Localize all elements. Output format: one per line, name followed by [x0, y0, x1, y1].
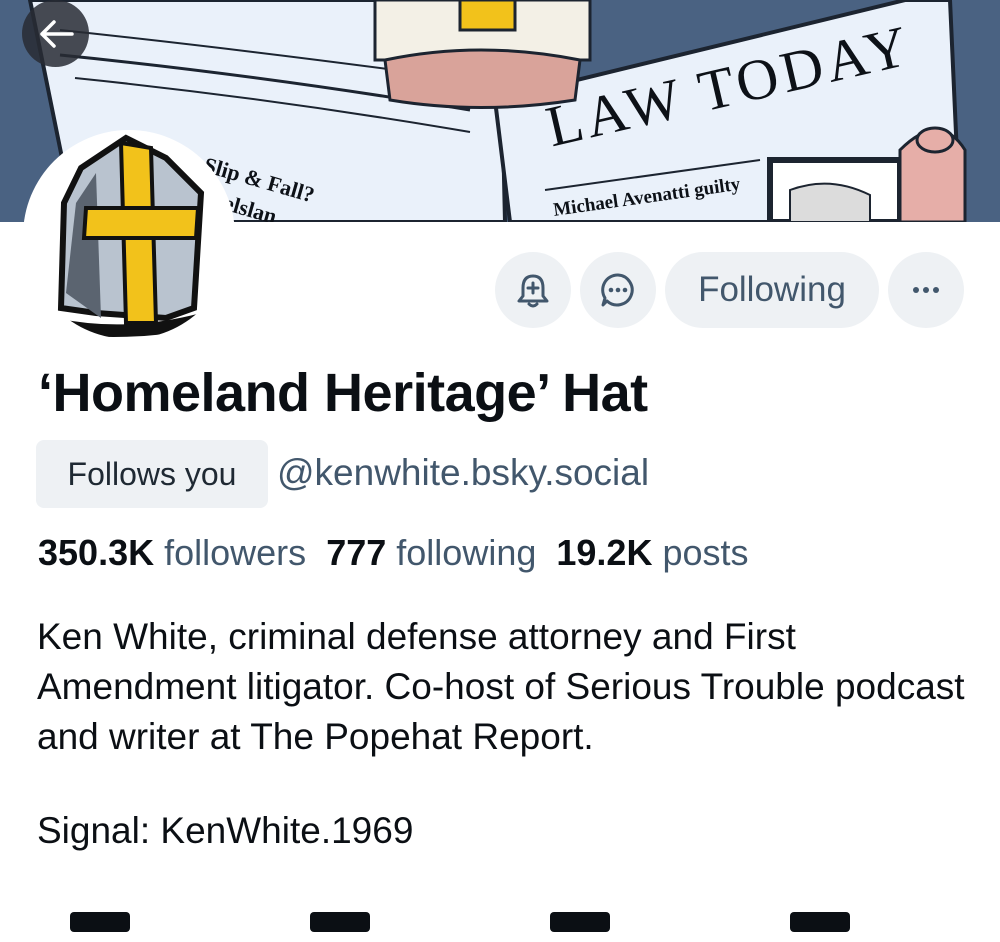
following-count: 777	[326, 532, 387, 573]
profile-handle[interactable]: @kenwhite.bsky.social	[277, 452, 649, 494]
profile-tabs-peek	[70, 912, 850, 942]
bio-text: Ken White, criminal defense attorney and…	[37, 616, 965, 757]
back-button[interactable]	[22, 0, 89, 67]
avatar[interactable]	[26, 133, 232, 339]
profile-bio: Ken White, criminal defense attorney and…	[37, 612, 977, 762]
bell-plus-icon	[517, 274, 549, 308]
message-button[interactable]	[580, 252, 656, 328]
bio-signal: Signal: KenWhite.1969	[37, 810, 414, 851]
posts-count: 19.2K	[556, 532, 653, 573]
subscribe-notifications-button[interactable]	[495, 252, 571, 328]
followers-label: followers	[164, 532, 307, 573]
tab-peek[interactable]	[550, 912, 610, 932]
following-label: following	[396, 532, 537, 573]
mitre-hat-icon	[26, 133, 232, 339]
display-name: ‘Homeland Heritage’ Hat	[38, 363, 648, 423]
tab-peek[interactable]	[310, 912, 370, 932]
profile-stats: 350.3K followers 777 following 19.2K pos…	[38, 532, 749, 574]
tab-peek[interactable]	[70, 912, 130, 932]
followers-count: 350.3K	[38, 532, 155, 573]
arrow-left-icon	[39, 19, 74, 48]
posts-label: posts	[662, 532, 749, 573]
chat-bubble-icon	[601, 273, 634, 307]
posts-stat: 19.2K posts	[556, 532, 748, 573]
following-button[interactable]: Following	[665, 252, 879, 328]
ellipsis-icon	[913, 287, 939, 293]
more-options-button[interactable]	[888, 252, 964, 328]
followers-stat[interactable]: 350.3K followers	[38, 532, 306, 573]
tab-peek[interactable]	[790, 912, 850, 932]
follows-you-badge: Follows you	[36, 440, 268, 508]
following-stat[interactable]: 777 following	[326, 532, 536, 573]
